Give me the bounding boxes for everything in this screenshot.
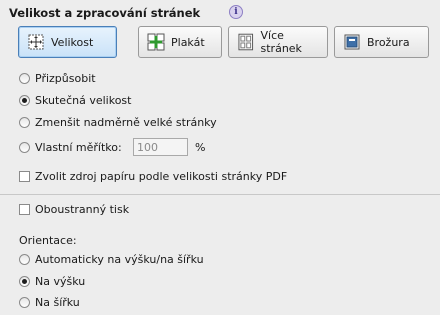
shrink-oversized-label: Zmenšit nadměrně velké stránky [35,116,217,129]
actual-size-option[interactable]: Skutečná velikost [19,94,131,107]
orientation-auto-option[interactable]: Automaticky na výšku/na šířku [19,253,204,266]
fit-option[interactable]: Přizpůsobit [19,72,96,85]
paper-source-option[interactable]: Zvolit zdroj papíru podle velikosti strá… [19,170,287,183]
section-divider [0,194,440,195]
info-icon[interactable]: i [229,5,243,19]
section-title: Velikost a zpracování stránek [9,6,201,20]
poster-mode-button[interactable]: Plakát [138,26,222,58]
custom-scale-radio[interactable] [19,142,30,153]
paper-source-label: Zvolit zdroj papíru podle velikosti strá… [35,170,288,183]
orientation-auto-label: Automaticky na výšku/na šířku [35,253,204,266]
paper-source-checkbox[interactable] [19,171,30,182]
poster-icon [147,33,165,51]
multiple-pages-mode-button[interactable]: Více stránek [228,26,328,58]
fit-radio[interactable] [19,73,30,84]
orientation-portrait-label: Na výšku [35,275,86,288]
orientation-portrait-option[interactable]: Na výšku [19,275,85,288]
booklet-mode-button[interactable]: Brožura [334,26,429,58]
actual-size-radio[interactable] [19,95,30,106]
booklet-mode-label: Brožura [367,35,410,49]
custom-scale-input[interactable] [133,138,188,156]
orientation-landscape-option[interactable]: Na šířku [19,296,80,309]
fit-label: Přizpůsobit [35,72,96,85]
booklet-icon [344,34,360,50]
orientation-portrait-radio[interactable] [19,276,30,287]
size-mode-label: Velikost [51,35,94,49]
orientation-label: Orientace: [19,234,77,247]
custom-scale-label: Vlastní měřítko: [35,141,122,154]
orientation-auto-radio[interactable] [19,254,30,265]
shrink-oversized-option[interactable]: Zmenšit nadměrně velké stránky [19,116,217,129]
multiple-pages-mode-label: Více stránek [260,29,302,55]
orientation-landscape-label: Na šířku [35,296,80,309]
duplex-checkbox[interactable] [19,204,30,215]
size-mode-button[interactable]: Velikost [18,26,117,58]
actual-size-label: Skutečná velikost [35,94,132,107]
poster-mode-label: Plakát [171,35,205,49]
percent-unit: % [195,141,206,154]
orientation-landscape-radio[interactable] [19,297,30,308]
custom-scale-option[interactable]: Vlastní měřítko: [19,141,122,154]
page-size-icon [28,34,44,50]
duplex-option[interactable]: Oboustranný tisk [19,203,129,216]
shrink-oversized-radio[interactable] [19,117,30,128]
multiple-pages-icon [238,33,254,51]
duplex-label: Oboustranný tisk [35,203,130,216]
